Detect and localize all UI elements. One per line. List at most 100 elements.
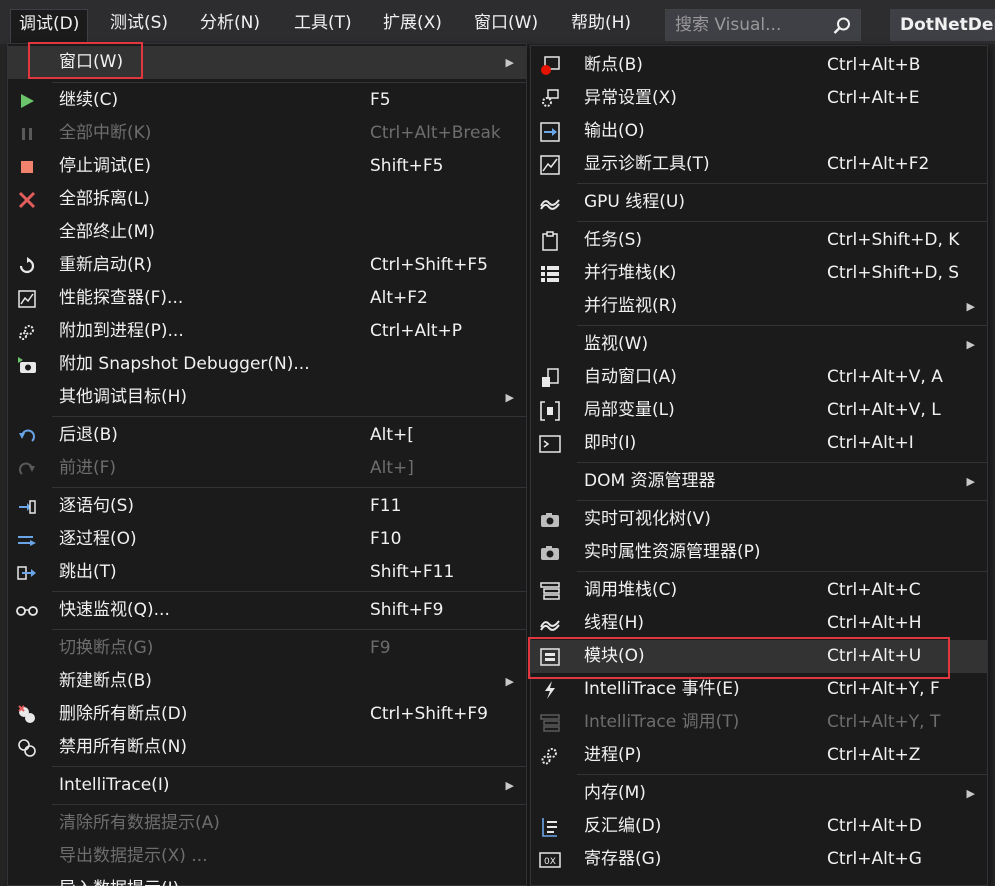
- submenu-item-parallel-watch[interactable]: 并行监视(R) ▶: [531, 290, 987, 323]
- submenu-item-exception-settings[interactable]: 异常设置(X) Ctrl+Alt+E: [531, 82, 987, 115]
- search-icon[interactable]: [832, 16, 852, 36]
- search-input[interactable]: 搜索 Visual...: [665, 9, 861, 41]
- menu-item-shortcut: F10: [370, 529, 402, 549]
- submenu-item-tasks[interactable]: 任务(S) Ctrl+Shift+D, K: [531, 224, 987, 257]
- submenu-item-intellitrace-calls[interactable]: IntelliTrace 调用(T) Ctrl+Alt+Y, T: [531, 706, 987, 739]
- separator: [577, 462, 987, 463]
- menu-item-delete-all-breakpoints[interactable]: 删除所有断点(D) Ctrl+Shift+F9: [8, 698, 526, 731]
- step-into-icon: [16, 496, 38, 518]
- menu-analyze[interactable]: 分析(N): [192, 9, 268, 37]
- menu-item-intellitrace[interactable]: IntelliTrace(I) ▶: [8, 769, 526, 802]
- menu-item-label: 清除所有数据提示(A): [59, 813, 220, 833]
- menu-item-performance-profiler[interactable]: 性能探查器(F)... Alt+F2: [8, 282, 526, 315]
- separator: [577, 571, 987, 572]
- menu-item-shortcut: Alt+]: [370, 458, 414, 478]
- menu-item-detach-all[interactable]: 全部拆离(L): [8, 183, 526, 216]
- menu-item-disable-all-breakpoints[interactable]: 禁用所有断点(N): [8, 731, 526, 764]
- submenu-item-registers[interactable]: 0X 寄存器(G) Ctrl+Alt+G: [531, 843, 987, 876]
- menu-item-label: 禁用所有断点(N): [59, 737, 187, 757]
- menu-tools[interactable]: 工具(T): [286, 9, 360, 37]
- parallel-stacks-icon: [539, 263, 561, 285]
- menu-item-shortcut: Ctrl+Shift+D, S: [827, 263, 960, 283]
- menu-item-import-datatips[interactable]: 导入数据提示(I)...: [8, 873, 526, 886]
- menu-item-label: 全部终止(M): [59, 222, 155, 242]
- submenu-item-gpu-threads[interactable]: GPU 线程(U): [531, 186, 987, 219]
- submenu-item-live-visual-tree[interactable]: 实时可视化树(V): [531, 503, 987, 536]
- menu-item-label: 并行监视(R): [584, 296, 678, 316]
- menu-help[interactable]: 帮助(H): [563, 9, 639, 37]
- registers-icon: 0X: [539, 849, 561, 871]
- submenu-item-watch[interactable]: 监视(W) ▶: [531, 328, 987, 361]
- menu-item-label: 附加到进程(P)...: [59, 321, 184, 341]
- submenu-arrow-icon: ▶: [966, 338, 975, 351]
- menu-item-navigate-forward[interactable]: 前进(F) Alt+]: [8, 452, 526, 485]
- submenu-item-breakpoints[interactable]: 断点(B) Ctrl+Alt+B: [531, 49, 987, 82]
- glasses-icon: [16, 600, 38, 622]
- breakpoint-window-icon: [539, 55, 561, 77]
- menu-item-continue[interactable]: 继续(C) F5: [8, 84, 526, 117]
- menu-item-terminate-all[interactable]: 全部终止(M): [8, 216, 526, 249]
- menu-item-label: 附加 Snapshot Debugger(N)...: [59, 354, 310, 374]
- submenu-item-diagnostic-tools[interactable]: 显示诊断工具(T) Ctrl+Alt+F2: [531, 148, 987, 181]
- menu-item-navigate-back[interactable]: 后退(B) Alt+[: [8, 419, 526, 452]
- stop-icon: [16, 156, 38, 178]
- menu-item-step-into[interactable]: 逐语句(S) F11: [8, 490, 526, 523]
- menu-item-step-out[interactable]: 跳出(T) Shift+F11: [8, 556, 526, 589]
- submenu-item-output[interactable]: 输出(O): [531, 115, 987, 148]
- submenu-item-disassembly[interactable]: 反汇编(D) Ctrl+Alt+D: [531, 810, 987, 843]
- separator: [577, 325, 987, 326]
- menu-item-break-all[interactable]: 全部中断(K) Ctrl+Alt+Break: [8, 117, 526, 150]
- submenu-item-threads[interactable]: 线程(H) Ctrl+Alt+H: [531, 607, 987, 640]
- submenu-item-processes[interactable]: 进程(P) Ctrl+Alt+Z: [531, 739, 987, 772]
- disable-breakpoints-icon: [16, 737, 38, 759]
- gpu-threads-icon: [539, 192, 561, 214]
- menu-item-window[interactable]: 窗口(W) ▶: [8, 46, 526, 79]
- submenu-item-intellitrace-events[interactable]: IntelliTrace 事件(E) Ctrl+Alt+Y, F: [531, 673, 987, 706]
- menu-item-shortcut: Shift+F5: [370, 156, 444, 176]
- menu-debug[interactable]: 调试(D): [10, 9, 89, 44]
- submenu-item-call-stack[interactable]: 调用堆栈(C) Ctrl+Alt+C: [531, 574, 987, 607]
- submenu-item-parallel-stacks[interactable]: 并行堆栈(K) Ctrl+Shift+D, S: [531, 257, 987, 290]
- submenu-item-locals[interactable]: 局部变量(L) Ctrl+Alt+V, L: [531, 394, 987, 427]
- submenu-item-immediate[interactable]: 即时(I) Ctrl+Alt+I: [531, 427, 987, 460]
- submenu-arrow-icon: ▶: [505, 675, 514, 688]
- menu-item-shortcut: Shift+F11: [370, 562, 455, 582]
- menu-item-label: 局部变量(L): [584, 400, 675, 420]
- submenu-item-autos[interactable]: 自动窗口(A) Ctrl+Alt+V, A: [531, 361, 987, 394]
- menu-item-label: 线程(H): [584, 613, 645, 633]
- submenu-item-dom-explorer[interactable]: DOM 资源管理器 ▶: [531, 465, 987, 498]
- menu-item-label: 窗口(W): [59, 52, 124, 72]
- separator: [52, 804, 526, 805]
- menu-item-quick-watch[interactable]: 快速监视(Q)... Shift+F9: [8, 594, 526, 627]
- menu-item-new-breakpoint[interactable]: 新建断点(B) ▶: [8, 665, 526, 698]
- menu-window[interactable]: 窗口(W): [466, 9, 546, 37]
- output-icon: [539, 121, 561, 143]
- submenu-item-live-property-explorer[interactable]: 实时属性资源管理器(P): [531, 536, 987, 569]
- separator: [577, 500, 987, 501]
- menu-item-toggle-breakpoint[interactable]: 切换断点(G) F9: [8, 632, 526, 665]
- debug-menu: 窗口(W) ▶ 继续(C) F5 全部中断(K) Ctrl+Alt+Break …: [7, 43, 527, 886]
- menu-item-export-datatips[interactable]: 导出数据提示(X) ...: [8, 840, 526, 873]
- menu-item-shortcut: Ctrl+Alt+Y, F: [827, 679, 940, 699]
- menu-item-shortcut: F5: [370, 90, 391, 110]
- menu-item-other-debug-targets[interactable]: 其他调试目标(H) ▶: [8, 381, 526, 414]
- menu-item-label: 全部中断(K): [59, 123, 152, 143]
- menu-item-shortcut: Ctrl+Shift+D, K: [827, 230, 960, 250]
- window-submenu: 断点(B) Ctrl+Alt+B 异常设置(X) Ctrl+Alt+E 输出(O…: [530, 45, 988, 886]
- menu-item-attach-snapshot-debugger[interactable]: 附加 Snapshot Debugger(N)...: [8, 348, 526, 381]
- menu-item-restart[interactable]: 重新启动(R) Ctrl+Shift+F5: [8, 249, 526, 282]
- menu-item-attach-to-process[interactable]: 附加到进程(P)... Ctrl+Alt+P: [8, 315, 526, 348]
- menu-item-clear-datatips[interactable]: 清除所有数据提示(A): [8, 807, 526, 840]
- menu-test[interactable]: 测试(S): [102, 9, 176, 37]
- submenu-item-memory[interactable]: 内存(M) ▶: [531, 777, 987, 810]
- modules-icon: [539, 646, 561, 668]
- menu-extensions[interactable]: 扩展(X): [375, 9, 450, 37]
- menu-item-shortcut: Ctrl+Alt+C: [827, 580, 921, 600]
- menu-item-label: 继续(C): [59, 90, 119, 110]
- menu-item-label: 监视(W): [584, 334, 649, 354]
- submenu-item-modules[interactable]: 模块(O) Ctrl+Alt+U: [531, 640, 987, 673]
- menu-item-step-over[interactable]: 逐过程(O) F10: [8, 523, 526, 556]
- menu-item-label: 逐过程(O): [59, 529, 137, 549]
- menu-item-stop-debugging[interactable]: 停止调试(E) Shift+F5: [8, 150, 526, 183]
- menu-item-shortcut: Ctrl+Alt+V, L: [827, 400, 941, 420]
